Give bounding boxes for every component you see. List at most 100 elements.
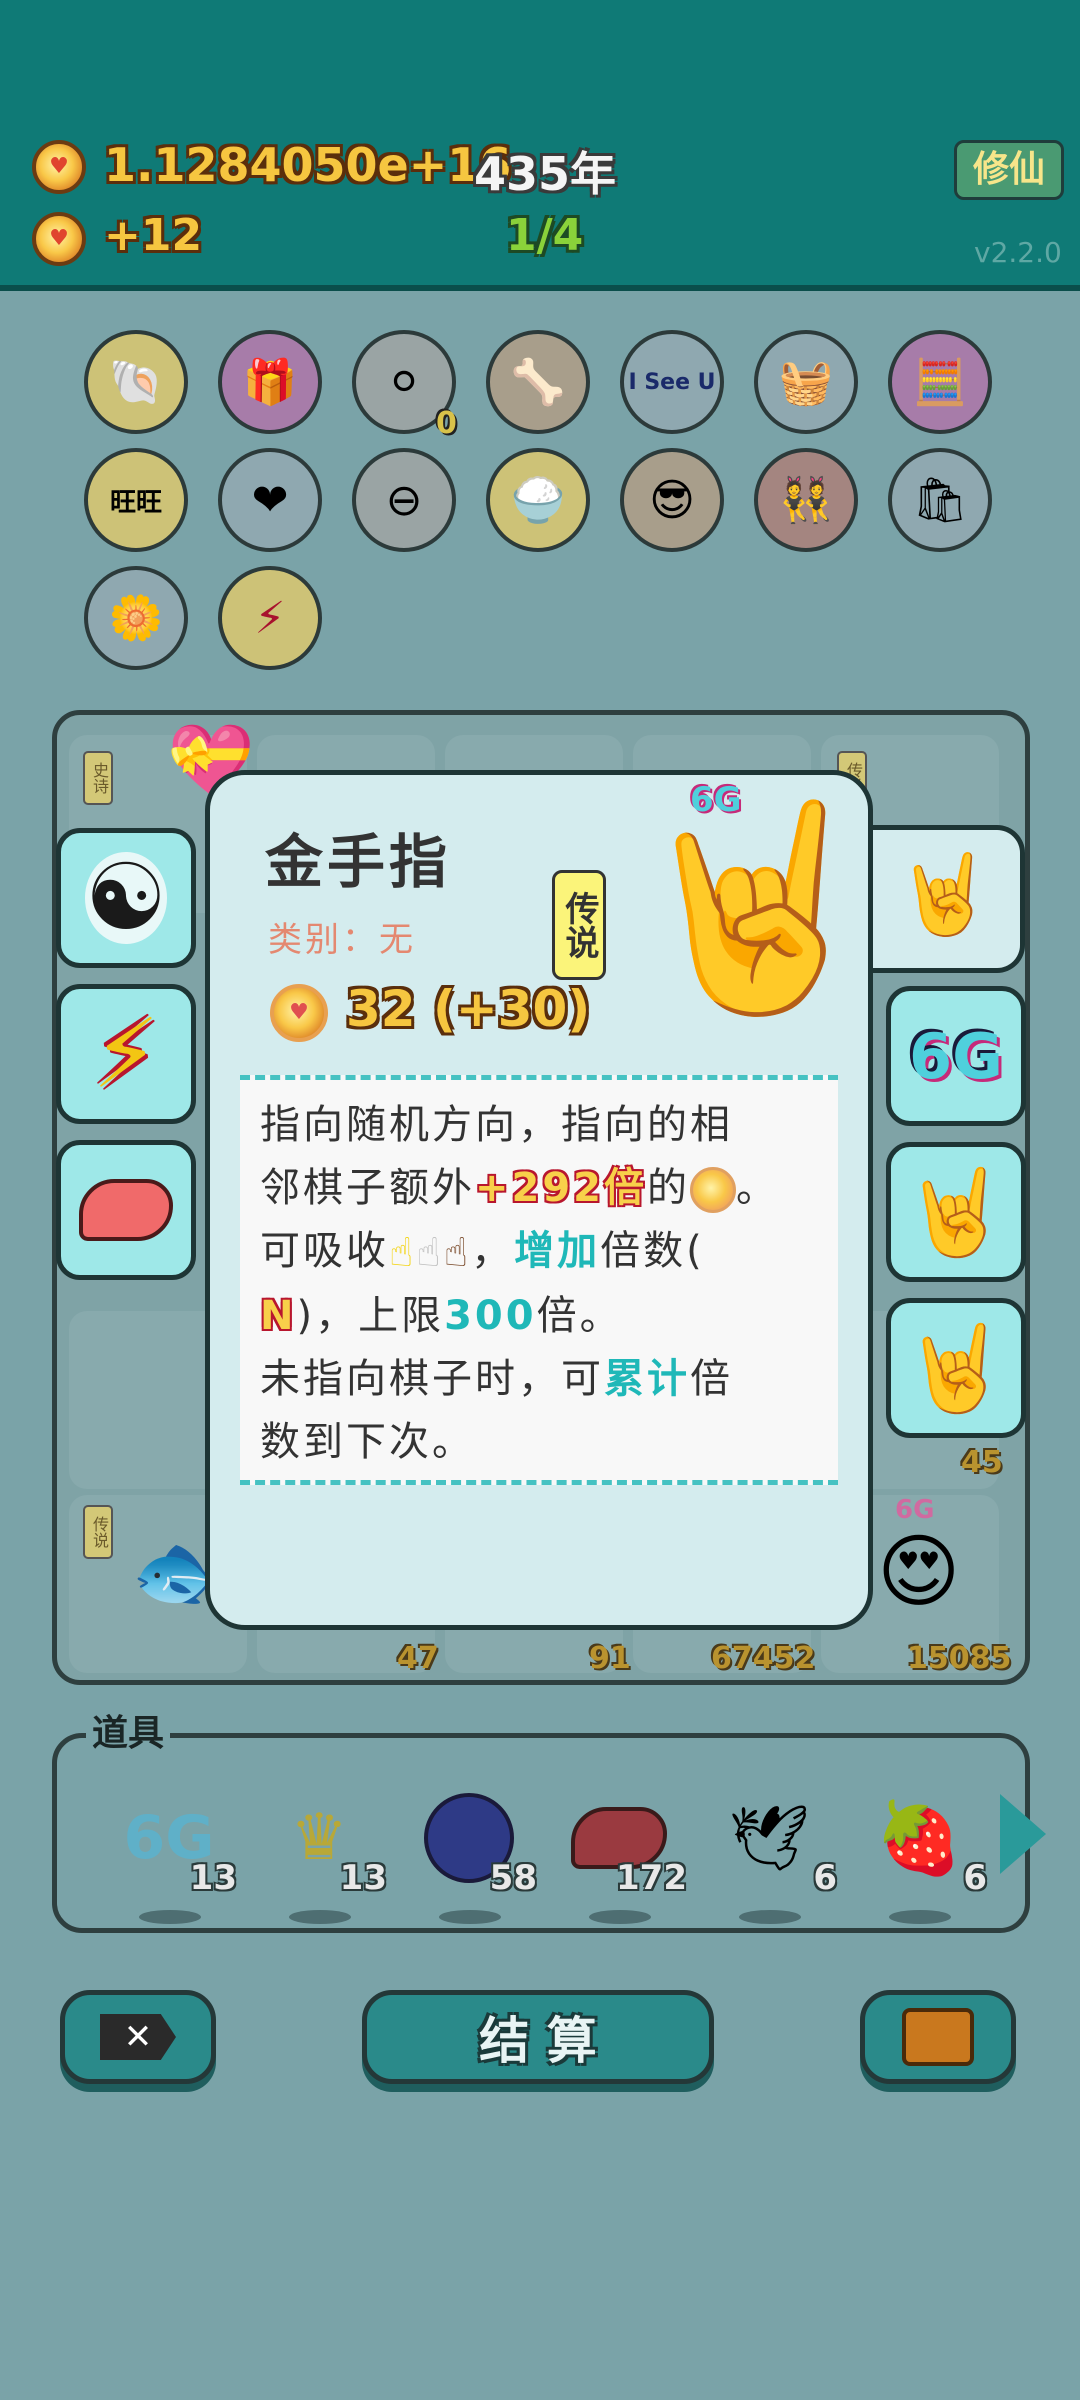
egg-tray-count: 0 [436,406,457,441]
cell-value: 91 [589,1641,631,1676]
item-heart-bag[interactable]: ❤ [218,448,322,552]
item-fruit-basket[interactable]: 🧺 [754,330,858,434]
tool-liver[interactable]: 172 [559,1778,687,1924]
item-wang-tiles[interactable]: 旺旺 [84,448,188,552]
pigeon-icon: 🕊 [728,1801,810,1876]
desc-line: 数到下次。 [260,1411,818,1474]
rarity-tag: 史诗 [83,751,113,805]
item-shell[interactable]: 🐚 [84,330,188,434]
tool-strawberry[interactable]: 🍓 6 [859,1778,987,1924]
tool-count: 13 [189,1858,237,1898]
tool-6g[interactable]: 6G 13 [109,1778,237,1924]
version-label: v2.2.0 [974,236,1062,269]
desc-text: 的 [647,1165,691,1211]
tool-count: 6 [813,1858,837,1898]
item-value: 32 (+30) [346,980,591,1038]
strawberry-icon: 🍓 [875,1796,963,1879]
desc-text: 倍。 [536,1292,623,1339]
desc-text: 未指向棋子时，可 [260,1355,604,1402]
item-twins[interactable]: 👯 [754,448,858,552]
tool-shadow [289,1910,351,1924]
brown-hand-icon: ☝ [443,1229,472,1276]
tool-count: 13 [339,1858,387,1898]
popup-tab: 🤘 [860,825,1025,973]
settle-button[interactable]: 结 算 [362,1990,714,2084]
desc-multiplier: +292倍 [475,1165,648,1211]
liver-icon [79,1179,173,1241]
cell-value: 45 [961,1445,1003,1480]
slot-white-hand[interactable]: 🤘 [886,1142,1026,1282]
value-coin-icon: ♥ [270,984,328,1042]
item-sack[interactable]: 🛍 [888,448,992,552]
white-hand-icon: 🤘 [903,1162,1009,1261]
briefcase-icon [902,2008,974,2066]
rarity-tag: 传说 [83,1505,113,1559]
slot-lightning[interactable]: ⚡ [56,984,196,1124]
top-status-bar: ♥ 1.1284050e+16 435年 修仙 ♥ +12 1/4 v2.2.0 [0,0,1080,291]
tool-shadow [139,1910,201,1924]
cell-value: 15085 [907,1641,1012,1676]
year-counter: 435年 [474,147,617,201]
desc-text: )，上限 [296,1292,445,1339]
income-coin-icon: ♥ [32,212,86,266]
desc-line: 邻棋子额外+292倍的。 [260,1157,818,1220]
desc-text: 指向随机方向，指向的相 [260,1102,733,1148]
6g-icon: 6G [908,1019,1004,1093]
tools-title: 道具 [86,1704,171,1756]
desc-line: 未指向棋子时，可累计倍 [260,1348,818,1411]
desc-text: ， [471,1228,515,1274]
desc-text: 邻棋子额外 [260,1165,475,1211]
slot-6g[interactable]: 6G [886,986,1026,1126]
tool-blueberry[interactable]: 58 [409,1778,537,1924]
cell-value: 67452 [711,1641,816,1676]
item-flower-pot[interactable]: 🌼 [84,566,188,670]
tools-next-arrow-icon[interactable] [1000,1794,1046,1874]
slot-yin-yang[interactable]: ☯ [56,828,196,968]
desc-variable: N [260,1292,297,1339]
desc-highlight: 累计 [604,1355,690,1402]
cultivate-button[interactable]: 修仙 [954,140,1064,200]
coin-icon [690,1167,737,1213]
cell-value: 47 [397,1641,439,1676]
yin-yang-icon: ☯ [84,844,168,951]
item-i-see-u[interactable]: I See U [620,330,724,434]
delete-x-icon: ✕ [100,2014,176,2060]
tool-shadow [439,1910,501,1924]
item-minus-token[interactable]: ⊖ [352,448,456,552]
tool-shadow [889,1910,951,1924]
tool-count: 58 [489,1858,537,1898]
rarity-badge: 传说 [552,870,606,980]
round-progress: 1/4 [506,210,584,261]
tool-shadow [589,1910,651,1924]
desc-line: 可吸收☝☝☝，增加倍数( [260,1220,818,1285]
golden-finger-hand-icon: 🤘 [630,791,880,1024]
inventory-button[interactable] [860,1990,1016,2084]
item-sunglasses-cats[interactable]: 😎 [620,448,724,552]
income-per-turn: +12 [104,210,203,261]
tool-pigeon[interactable]: 🕊 6 [709,1778,837,1924]
desc-line: N)，上限300倍。 [260,1285,818,1348]
brown-hand-icon: 🤘 [903,1318,1009,1417]
desc-text: 倍 [690,1355,733,1402]
cell-6g-badge: 6G [895,1495,935,1525]
item-math-purple[interactable]: 🧮 [888,330,992,434]
yellow-hand-icon: ☝ [389,1229,417,1276]
lightning-icon: ⚡ [92,998,160,1110]
tool-crown[interactable]: ♛ 13 [259,1778,387,1924]
sell-button[interactable]: ✕ [60,1990,216,2084]
item-purple-box[interactable]: 🎁 [218,330,322,434]
item-lightning-coin[interactable]: ⚡ [218,566,322,670]
slot-liver[interactable] [56,1140,196,1280]
coin-icon: ♥ [32,140,86,194]
coin-total: 1.1284050e+16 [104,138,512,192]
item-description: 指向随机方向，指向的相 邻棋子额外+292倍的。 可吸收☝☝☝，增加倍数( N)… [240,1075,838,1485]
item-dog-bowl[interactable]: 🦴 [486,330,590,434]
item-category: 类别：无 [268,920,416,960]
item-rice-bowl[interactable]: 🍚 [486,448,590,552]
tool-shadow [739,1910,801,1924]
grandpa-heart-eyes-icon: 😍 [877,1525,961,1618]
desc-text: 数到下次。 [260,1418,475,1465]
white-hand-icon: ☝ [416,1229,444,1276]
golden-finger-tab-icon: 🤘 [896,850,994,940]
slot-brown-hand[interactable]: 🤘 [886,1298,1026,1438]
